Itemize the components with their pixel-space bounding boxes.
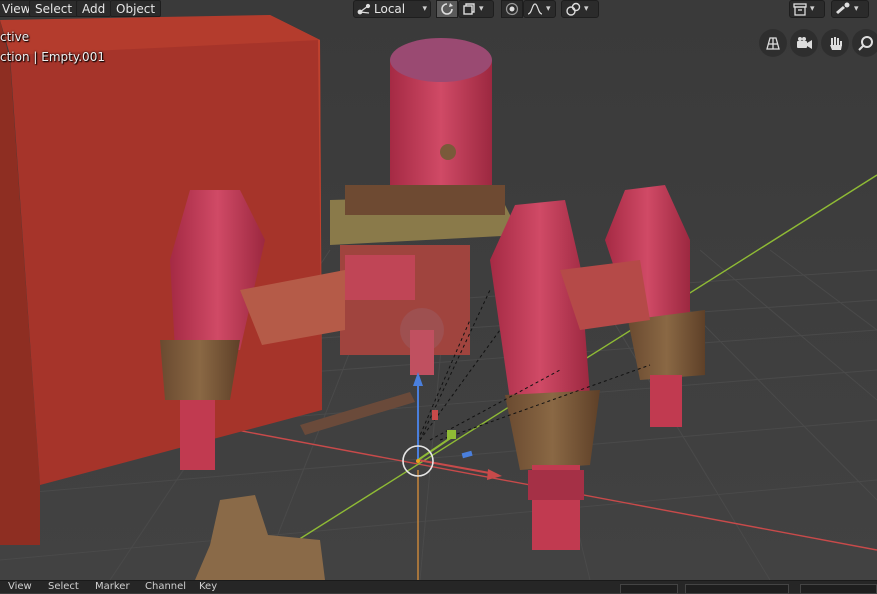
pivot-point-icon xyxy=(441,3,453,15)
menu-object[interactable]: Object xyxy=(110,0,162,17)
timeline-menu-view[interactable]: View xyxy=(8,581,32,593)
transform-orientation-dropdown[interactable]: Local ▾ xyxy=(353,0,431,18)
snap-icon xyxy=(463,3,475,15)
menu-add[interactable]: Add xyxy=(76,0,112,17)
chevron-down-icon: ▾ xyxy=(546,4,551,14)
active-object-text: ction | Empty.001 xyxy=(0,50,105,64)
viewport-scene xyxy=(0,0,877,580)
timeline-menu-select[interactable]: Select xyxy=(48,581,79,593)
viewport-gizmo-dropdown[interactable]: ▾ xyxy=(831,0,869,18)
menu-select[interactable]: Select xyxy=(29,0,79,17)
grid-icon xyxy=(766,37,780,50)
timeline-menu-channel[interactable]: Channel xyxy=(145,581,186,593)
pivot-toggle-button[interactable] xyxy=(436,0,458,18)
zoom-icon xyxy=(858,36,873,51)
transform-orientation-icon xyxy=(357,3,371,15)
chevron-down-icon: ▾ xyxy=(810,4,815,14)
falloff-dropdown[interactable]: ▾ xyxy=(523,0,556,18)
viewport-header: View Select Add Object Local ▾ ▾ ▾ ▾ ▾ ▾ xyxy=(0,0,877,18)
archive-icon xyxy=(793,3,807,16)
gizmo-icon xyxy=(836,2,850,14)
pan-view-button[interactable] xyxy=(822,30,848,56)
camera-icon xyxy=(797,37,812,49)
zoom-view-button[interactable] xyxy=(853,30,877,56)
timeline-menu-key[interactable]: Key xyxy=(199,581,217,593)
object-visibility-icon xyxy=(566,2,581,16)
camera-view-button[interactable] xyxy=(791,30,817,56)
chevron-down-icon: ▾ xyxy=(854,4,859,14)
proportional-editing-button[interactable] xyxy=(501,0,523,18)
chevron-down-icon: ▾ xyxy=(584,4,589,14)
transform-orientation-value: Local xyxy=(374,2,406,16)
3d-viewport[interactable]: ctive ction | Empty.001 xyxy=(0,0,877,580)
falloff-curve-icon xyxy=(527,3,543,15)
snap-dropdown[interactable]: ▾ xyxy=(458,0,494,18)
viewport-mode-text: ctive xyxy=(0,30,30,44)
timeline-header: View Select Marker Channel Key xyxy=(0,580,877,594)
grid-view-button[interactable] xyxy=(760,30,786,56)
visibility-dropdown[interactable]: ▾ xyxy=(561,0,599,18)
show-gizmo-dropdown[interactable]: ▾ xyxy=(789,0,825,18)
timeline-menu-marker[interactable]: Marker xyxy=(95,581,130,593)
proportional-editing-icon xyxy=(505,2,519,16)
chevron-down-icon: ▾ xyxy=(479,4,484,14)
chevron-down-icon: ▾ xyxy=(422,4,427,14)
hand-pan-icon xyxy=(830,37,842,50)
